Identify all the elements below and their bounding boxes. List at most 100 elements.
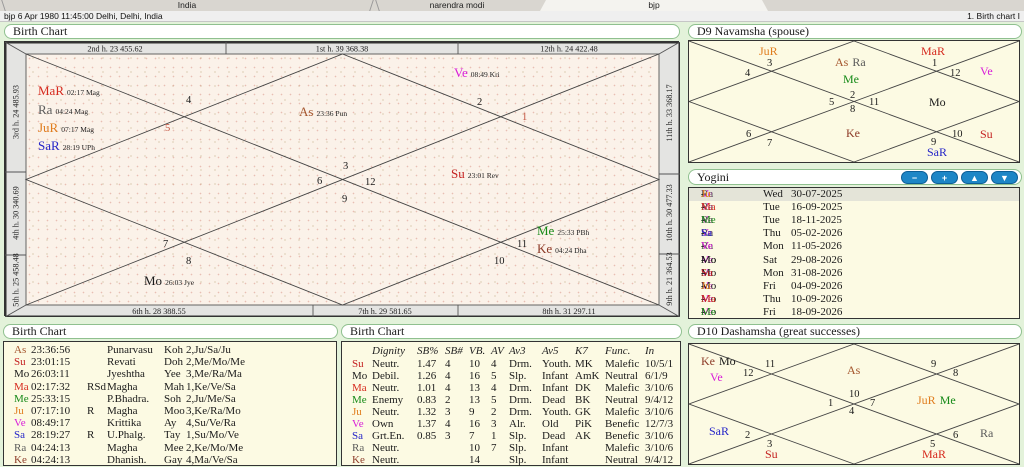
planet-abbr-ve: Ve (454, 65, 468, 80)
planet-abbr-sar: SaR (927, 145, 948, 159)
dignity-cell: Infant (542, 369, 569, 382)
column-header: In (645, 345, 655, 357)
main-chart-panel-title: Birth Chart (4, 24, 680, 39)
sound-syllable: Mah (164, 380, 185, 393)
yogini-date: 04-09-2026 (791, 279, 843, 292)
motion-flag: RSd (87, 380, 106, 393)
dignity-cell: 4 (445, 369, 451, 382)
planet-abbr-jur: JuR (759, 44, 778, 58)
planet-abbr: Ve (352, 418, 364, 430)
dignity-cell: Alr. (509, 418, 526, 430)
dignity-cell: 5 (491, 393, 497, 406)
dignity-cell: Grt.En. (372, 430, 405, 443)
d9-navamsha-chart[interactable]: 3 4 2 1 12 5 11 8 6 7 9 10 JuR As Ra Me MaR Ve Mo Ke Su SaR (688, 40, 1020, 163)
position-row: Sa 28:19:27 R U.Phalg. Tay 1,Su/Mo/Ve (4, 429, 336, 441)
dignity-cell: Malefic (605, 381, 640, 394)
yogini-weekday: Mon (763, 266, 784, 279)
yogini-period-row[interactable]: Ve - Mo - Ju Fri 04-09-2026 (689, 280, 1019, 293)
zoom-out-button[interactable]: − (901, 171, 928, 184)
column-header: Av5 (542, 345, 559, 357)
house-number: 9 (342, 194, 348, 205)
planet-abbr: Ke (352, 454, 365, 467)
planet-positions-table[interactable]: As 23:36:56 Punarvasu Koh 2,Ju/Sa/Ju Su 23:01:… (3, 341, 337, 466)
yogini-period-row[interactable]: Ve - Mo - Ma Thu 10-09-2026 (689, 293, 1019, 306)
yogini-period-row[interactable]: Ve - Ra - Ma Tue 16-09-2025 (689, 201, 1019, 214)
dignity-cell: 1.26 (417, 369, 437, 382)
yogini-period-row[interactable]: Ve - Ra - Ju Wed 30-07-2025 (689, 188, 1019, 202)
yogini-date: 16-09-2025 (791, 201, 843, 214)
dignity-cell: 1.01 (417, 381, 437, 394)
yogini-period-row[interactable]: Ve - Mo - Su Mon 31-08-2026 (689, 267, 1019, 280)
yogini-period-row[interactable]: Ve - Mo - Mo Sat 29-08-2026 (689, 254, 1019, 267)
house-number: 10 (849, 389, 860, 400)
dignity-cell: Neutr. (372, 357, 400, 370)
yogini-period-row[interactable]: Ve - Ra - Me Tue 18-11-2025 (689, 214, 1019, 227)
nakshatra: Krittika (107, 417, 142, 430)
planet-label: MaR 02:17 Mag (38, 84, 100, 98)
pada-lords: 2,Ke/Mo/Me (186, 441, 244, 454)
position-row: Ra 04:24:13 Magha Mee 2,Ke/Mo/Me (4, 442, 336, 454)
yogini-period-row[interactable]: Ve - Mo - Me Fri 18-09-2026 (689, 306, 1019, 319)
house-cusp-label: 8th h. 31 297.11 (542, 307, 595, 316)
zoom-in-button[interactable]: + (931, 171, 958, 184)
yogini-date: 30-07-2025 (791, 188, 843, 200)
yogini-lord-mo: Mo (701, 253, 717, 266)
planet-label: As 23:36 Pun (299, 105, 347, 119)
dignity-cell: 7 (491, 442, 497, 455)
dignity-cell: 7 (469, 430, 475, 443)
yogini-date: 10-09-2026 (791, 292, 843, 305)
planet-label: JuR 07:17 Mag (38, 121, 94, 135)
yogini-lord-me: Me (701, 214, 716, 227)
d10-dashamsha-chart[interactable]: 12 11 10 9 8 1 7 4 2 3 5 6 Ke Mo Ve As JuR Me SaR Su Ra MaR (688, 343, 1020, 465)
main-birth-chart[interactable]: 2nd h. 23 455.62 1st h. 39 368.38 12th h. … (4, 41, 680, 317)
house-number: 1 (932, 58, 938, 69)
yogini-period-row[interactable]: Ve - Ra - Sa Thu 05-02-2026 (689, 227, 1019, 240)
dignity-cell: Own (372, 418, 394, 430)
dignity-cell: 3 (445, 430, 451, 443)
planet-label: Mo (929, 96, 946, 108)
house-number: 10 (494, 256, 505, 267)
planet-label: MaR (922, 448, 946, 460)
pada-lords: 2,Ju/Sa/Ju (186, 344, 231, 356)
tab-bjp[interactable]: bjp (540, 0, 768, 11)
house-number: 11 (869, 97, 880, 108)
planet-abbr: Ve (14, 417, 26, 430)
dignity-row: Ra Neutr. 10 7 Slp. Infant Malefic 3/10/6 (342, 442, 680, 454)
sound-syllable: Yee (164, 368, 181, 381)
planet-abbr-me: Me (537, 223, 555, 238)
planet-abbr-su: Su (451, 166, 465, 181)
dignity-cell: Youth. (542, 357, 572, 370)
planet-abbr: Ke (14, 453, 27, 466)
dignity-panel-title: Birth Chart (341, 324, 682, 339)
dignity-row: Sa Grt.En. 0.85 3 7 1 Slp. Dead AK Benefic 3/10/6 (342, 430, 680, 442)
planet-abbr-ke: Ke (846, 126, 860, 140)
birth-data-summary: bjp 6 Apr 1980 11:45:00 Delhi, Delhi, In… (4, 11, 163, 21)
scroll-up-button[interactable]: ▲ (961, 171, 988, 184)
house-number: 6 (317, 176, 323, 187)
yogini-weekday: Fri (763, 305, 776, 318)
dignity-cell: Drm. (509, 357, 532, 370)
position-row: Ke 04:24:13 Dhanish. Gay 4,Ma/Ve/Sa (4, 454, 336, 466)
dignity-cell: 0.83 (417, 393, 437, 406)
dignity-row: Mo Debil. 1.26 4 16 5 Slp. Infant AmK Neutral 6/1/… (342, 370, 680, 382)
yogini-lord-su: Su (701, 266, 713, 279)
yogini-weekday: Mon (763, 240, 784, 253)
yogini-period-row[interactable]: Ve - Ra - Ve Mon 11-05-2026 (689, 240, 1019, 253)
planet-abbr-me: Me (843, 72, 859, 86)
tab-narendra-modi[interactable]: narendra modi (374, 0, 540, 11)
nakshatra: Magha (107, 405, 138, 417)
house-cusp-label: 5th h. 25 458.48 (12, 253, 21, 306)
tab-india[interactable]: India (0, 0, 374, 11)
house-number: 4 (849, 406, 855, 417)
planet-dignity-table[interactable]: Dignity SB% SB# VB. AV Av3 Av5 K7 Func. In Su Neutr… (341, 341, 681, 466)
dignity-cell: Malefic (605, 357, 640, 370)
dignity-cell: GK (575, 405, 591, 418)
dignity-row: Ke Neutr. 14 Slp. Infant Neutral 9/4/12 (342, 454, 680, 466)
dignity-cell: 3 (491, 418, 497, 430)
planet-abbr-mo: Mo (929, 95, 946, 109)
yogini-panel-title: Yogini (697, 169, 730, 184)
house-number: 6 (746, 129, 752, 140)
yogini-weekday: Fri (763, 279, 776, 292)
yogini-dasha-list[interactable]: Ve - Ra - Ju Wed 30-07-2025 Ve - Ra - Ma Tue 16-09-20… (688, 187, 1020, 319)
scroll-down-button[interactable]: ▼ (991, 171, 1018, 184)
